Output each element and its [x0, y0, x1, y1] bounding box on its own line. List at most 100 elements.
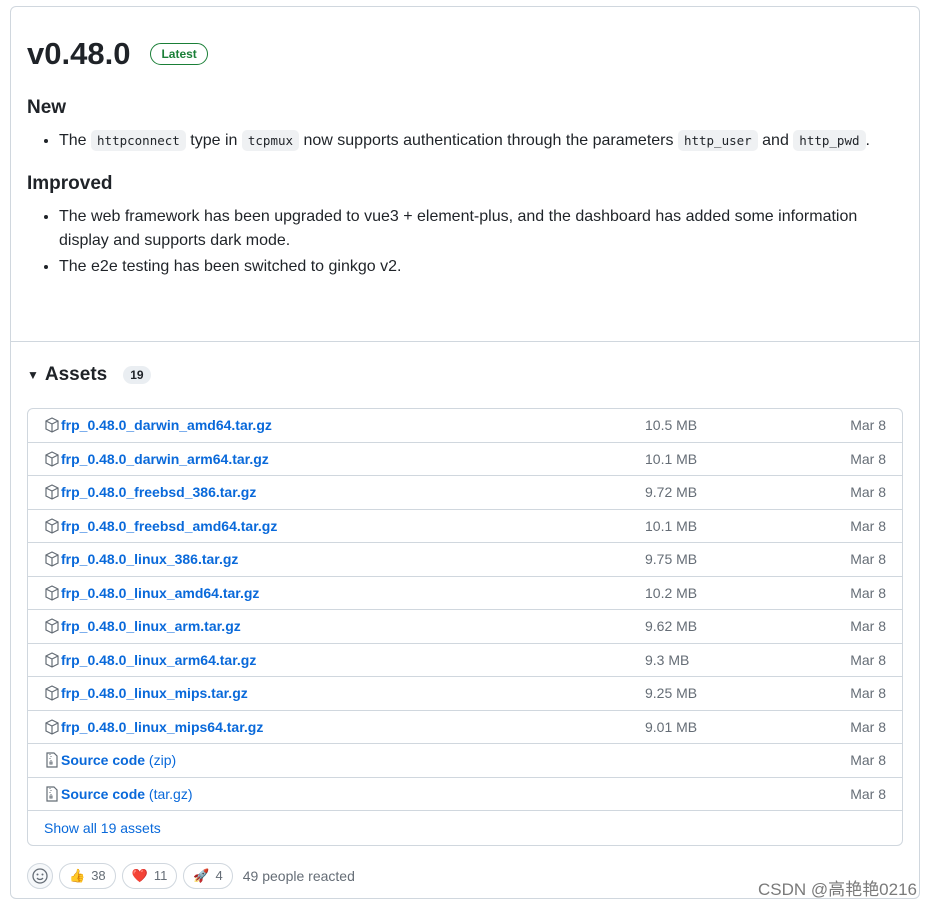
asset-date: Mar 8 [850, 417, 886, 434]
asset-size: 10.5 MB [645, 417, 698, 434]
text: type in [190, 132, 238, 149]
asset-link[interactable]: frp_0.48.0_linux_arm64.tar.gz [61, 652, 645, 668]
asset-size: 9.75 MB [645, 551, 698, 568]
asset-date: Mar 8 [850, 584, 886, 601]
asset-format: (tar.gz) [148, 785, 193, 802]
smiley-icon [32, 867, 48, 884]
asset-size: 10.1 MB [645, 517, 698, 534]
package-icon [44, 451, 60, 467]
package-icon [44, 618, 60, 634]
rocket-icon: 🚀 [193, 867, 210, 883]
asset-date: Mar 8 [850, 450, 886, 467]
asset-format: (zip) [148, 752, 177, 769]
asset-link[interactable]: frp_0.48.0_linux_arm.tar.gz [61, 618, 645, 634]
code: httpconnect [91, 130, 186, 151]
code: tcpmux [241, 130, 300, 151]
asset-size: 9.25 MB [645, 685, 698, 702]
asset-row: frp_0.48.0_darwin_arm64.tar.gz 10.1 MB Mar… [28, 443, 902, 476]
package-icon [44, 719, 60, 735]
asset-size: 9.72 MB [645, 484, 698, 501]
assets-list: frp_0.48.0_darwin_amd64.tar.gz 10.5 MB Mar… [27, 408, 903, 846]
asset-name: frp_0.48.0_linux_arm.tar.gz [61, 618, 241, 635]
list-item: The e2e testing has been switched to gin… [59, 255, 903, 279]
asset-row: Source code (tar.gz) Mar 8 [28, 778, 902, 811]
asset-date: Mar 8 [850, 651, 886, 668]
package-icon [44, 551, 60, 567]
asset-name: frp_0.48.0_linux_mips64.tar.gz [61, 718, 264, 735]
asset-link[interactable]: frp_0.48.0_linux_mips64.tar.gz [61, 719, 645, 735]
asset-date: Mar 8 [850, 484, 886, 501]
asset-name: Source code [61, 785, 146, 802]
asset-name: frp_0.48.0_linux_mips.tar.gz [61, 685, 248, 702]
assets-title: Assets [44, 364, 108, 385]
asset-date: Mar 8 [850, 718, 886, 735]
asset-row: frp_0.48.0_linux_mips.tar.gz 9.25 MB Mar 8 [28, 677, 902, 711]
asset-date: Mar 8 [850, 785, 886, 802]
new-list: The httpconnect type in tcpmux now suppo… [27, 129, 903, 153]
asset-row: frp_0.48.0_linux_amd64.tar.gz 10.2 MB Mar … [28, 577, 902, 610]
caret-down-icon: ▼ [27, 368, 39, 382]
asset-date: Mar 8 [850, 685, 886, 702]
asset-name: frp_0.48.0_freebsd_386.tar.gz [61, 484, 257, 501]
code: http_user [677, 130, 758, 151]
reaction-count: 38 [91, 868, 106, 883]
package-icon [44, 685, 60, 701]
text: The [59, 132, 87, 149]
asset-row: frp_0.48.0_darwin_amd64.tar.gz 10.5 MB Mar… [28, 409, 902, 443]
asset-date: Mar 8 [850, 752, 886, 769]
asset-name: frp_0.48.0_darwin_amd64.tar.gz [61, 417, 272, 434]
asset-name: frp_0.48.0_linux_amd64.tar.gz [61, 584, 260, 601]
release-title[interactable]: v0.48.0 [27, 36, 130, 72]
asset-link[interactable]: frp_0.48.0_linux_amd64.tar.gz [61, 585, 645, 601]
asset-name: Source code [61, 752, 146, 769]
watermark: CSDN @高艳艳0216 [758, 880, 917, 899]
asset-name: frp_0.48.0_linux_386.tar.gz [61, 551, 239, 568]
new-heading: New [27, 97, 67, 118]
asset-link[interactable]: Source code (tar.gz) [61, 786, 645, 802]
reaction-heart-button[interactable]: ❤️ 11 [121, 862, 178, 889]
asset-row: frp_0.48.0_freebsd_386.tar.gz 9.72 MB Mar … [28, 476, 902, 510]
asset-link[interactable]: frp_0.48.0_freebsd_386.tar.gz [61, 484, 645, 500]
assets-count: 19 [123, 366, 151, 384]
asset-row: frp_0.48.0_linux_386.tar.gz 9.75 MB Mar 8 [28, 543, 902, 577]
asset-date: Mar 8 [850, 618, 886, 635]
thumbs-up-icon: 👍 [69, 867, 86, 883]
reaction-count: 4 [215, 868, 223, 883]
asset-link[interactable]: frp_0.48.0_freebsd_amd64.tar.gz [61, 518, 645, 534]
text: now supports authentication through the … [303, 132, 674, 149]
asset-row: frp_0.48.0_linux_arm64.tar.gz 9.3 MB Mar 8 [28, 644, 902, 677]
package-icon [44, 652, 60, 668]
asset-link[interactable]: frp_0.48.0_darwin_amd64.tar.gz [61, 417, 645, 433]
reaction-thumbs-up-button[interactable]: 👍 38 [59, 862, 116, 889]
asset-date: Mar 8 [850, 517, 886, 534]
assets-toggle[interactable]: ▼ Assets 19 [27, 342, 903, 408]
asset-row: Source code (zip) Mar 8 [28, 744, 902, 778]
show-all-row: Show all 19 assets [28, 811, 902, 845]
asset-size: 10.2 MB [645, 584, 698, 601]
asset-link[interactable]: frp_0.48.0_darwin_arm64.tar.gz [61, 451, 645, 467]
release-notes: v0.48.0 Latest New The httpconnect type … [11, 7, 919, 342]
code: http_pwd [793, 130, 866, 151]
text: and [762, 132, 789, 149]
heart-icon: ❤️ [131, 867, 148, 883]
package-icon [44, 484, 60, 500]
package-icon [44, 518, 60, 534]
improved-list: The web framework has been upgraded to v… [27, 205, 903, 279]
assets-section: ▼ Assets 19 frp_0.48.0_darwin_amd64.tar.… [11, 342, 919, 889]
asset-link[interactable]: Source code (zip) [61, 752, 645, 768]
add-reaction-button[interactable] [27, 862, 53, 889]
reaction-rocket-button[interactable]: 🚀 4 [183, 862, 233, 889]
reactions-summary[interactable]: 49 people reacted [243, 868, 355, 884]
release-card: v0.48.0 Latest New The httpconnect type … [10, 6, 920, 899]
asset-size: 9.3 MB [645, 651, 690, 668]
asset-link[interactable]: frp_0.48.0_linux_mips.tar.gz [61, 685, 645, 701]
asset-size: 9.62 MB [645, 618, 698, 635]
asset-date: Mar 8 [850, 551, 886, 568]
list-item: The web framework has been upgraded to v… [59, 205, 903, 253]
asset-size: 10.1 MB [645, 450, 698, 467]
show-all-assets-link[interactable]: Show all 19 assets [44, 820, 161, 836]
improved-heading: Improved [27, 173, 113, 194]
asset-row: frp_0.48.0_linux_arm.tar.gz 9.62 MB Mar 8 [28, 610, 902, 644]
asset-link[interactable]: frp_0.48.0_linux_386.tar.gz [61, 551, 645, 567]
asset-name: frp_0.48.0_linux_arm64.tar.gz [61, 651, 257, 668]
